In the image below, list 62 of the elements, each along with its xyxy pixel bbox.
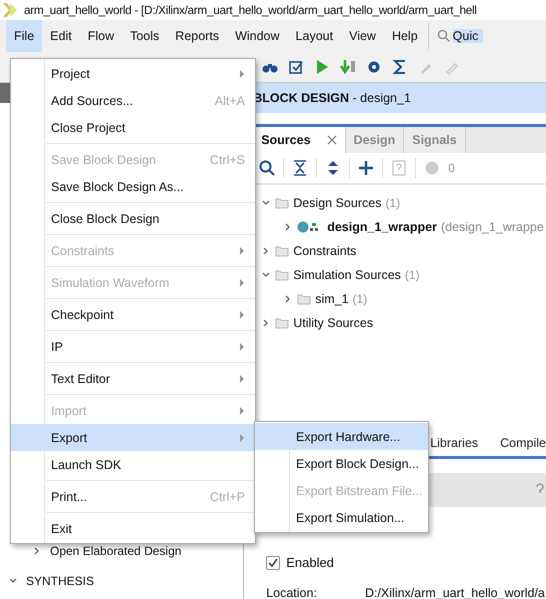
- play-icon[interactable]: [314, 59, 330, 75]
- menu-item[interactable]: Window: [227, 20, 288, 52]
- menu-item[interactable]: Reports: [167, 20, 228, 52]
- app-logo-icon: [2, 2, 18, 18]
- submenu-arrow-icon: [239, 342, 245, 350]
- collapse-all-icon[interactable]: [292, 160, 308, 176]
- panel-tab[interactable]: Compile: [500, 436, 546, 450]
- checkbox-label: Enabled: [286, 555, 334, 570]
- item-count: (1): [352, 292, 368, 306]
- submenu-arrow-icon: [239, 278, 245, 286]
- checkbox-icon[interactable]: [288, 59, 304, 75]
- enabled-checkbox[interactable]: [266, 556, 280, 570]
- menu-item[interactable]: Export Block Design...: [255, 450, 428, 477]
- folder-icon: [275, 197, 290, 209]
- folder-icon: [275, 317, 290, 329]
- submenu-arrow-icon: [239, 310, 245, 318]
- menu-item[interactable]: Layout: [288, 20, 342, 52]
- item-detail: (design_1_wrappe: [440, 220, 544, 234]
- item-count: (1): [404, 268, 420, 282]
- menu-item[interactable]: Flow: [80, 20, 122, 52]
- menu-item[interactable]: File: [6, 20, 42, 52]
- submenu-arrow-icon: [239, 246, 245, 254]
- shortcut-label: Ctrl+P: [210, 490, 245, 504]
- window-title: arm_uart_hello_world - [D:/Xilinx/arm_uart_hello_world/arm_uart_hello_world/arm_uart_hell: [24, 3, 477, 17]
- quick-access-field[interactable]: Quic: [452, 29, 483, 43]
- submenu-arrow-icon: [239, 434, 245, 442]
- submenu-arrow-icon: [239, 374, 245, 382]
- flow-navigator-item[interactable]: SYNTHESIS: [26, 574, 94, 588]
- flow-navigator-item[interactable]: Open Elaborated Design: [50, 544, 182, 558]
- tree-item-label[interactable]: sim_1: [315, 292, 349, 306]
- sigma-icon[interactable]: [392, 59, 408, 75]
- menu-item[interactable]: View: [341, 20, 384, 52]
- folder-icon: [275, 245, 290, 257]
- panel-tab[interactable]: Libraries: [430, 436, 478, 450]
- menu-item[interactable]: Export: [11, 424, 255, 451]
- menu-item[interactable]: Launch SDK: [11, 451, 255, 478]
- tree-item-label[interactable]: Simulation Sources: [293, 268, 401, 282]
- submenu-arrow-icon: [239, 406, 245, 414]
- menu-item[interactable]: Help: [384, 20, 426, 52]
- menu-item[interactable]: Close Project: [11, 114, 255, 141]
- close-icon[interactable]: [326, 135, 337, 145]
- menu-item[interactable]: Export Hardware...: [255, 423, 428, 450]
- menu-item[interactable]: Export Simulation...: [255, 504, 428, 531]
- property-label: Location:: [266, 586, 317, 599]
- tree-item-label[interactable]: Design Sources: [293, 196, 382, 210]
- tree-item-label[interactable]: design_1_wrapper: [327, 220, 437, 234]
- folder-icon: [297, 293, 312, 305]
- folder-icon: [275, 269, 290, 281]
- tree-item-label[interactable]: Constraints: [293, 244, 356, 258]
- menu-item[interactable]: Save Block Design As...: [11, 173, 255, 200]
- shortcut-label: Ctrl+S: [210, 152, 245, 166]
- item-count: (1): [385, 196, 400, 210]
- shortcut-label: Alt+A: [214, 94, 245, 108]
- menu-item[interactable]: Edit: [42, 20, 80, 52]
- tree-item-label[interactable]: Utility Sources: [293, 316, 374, 330]
- status-dot-icon[interactable]: [424, 160, 440, 176]
- panel-tab[interactable]: Sources: [253, 127, 346, 153]
- submenu-arrow-icon: [239, 70, 245, 78]
- add-icon[interactable]: [358, 160, 374, 176]
- search-icon[interactable]: [259, 160, 276, 176]
- menu-item[interactable]: Tools: [122, 20, 168, 52]
- error-count: 0: [448, 161, 455, 175]
